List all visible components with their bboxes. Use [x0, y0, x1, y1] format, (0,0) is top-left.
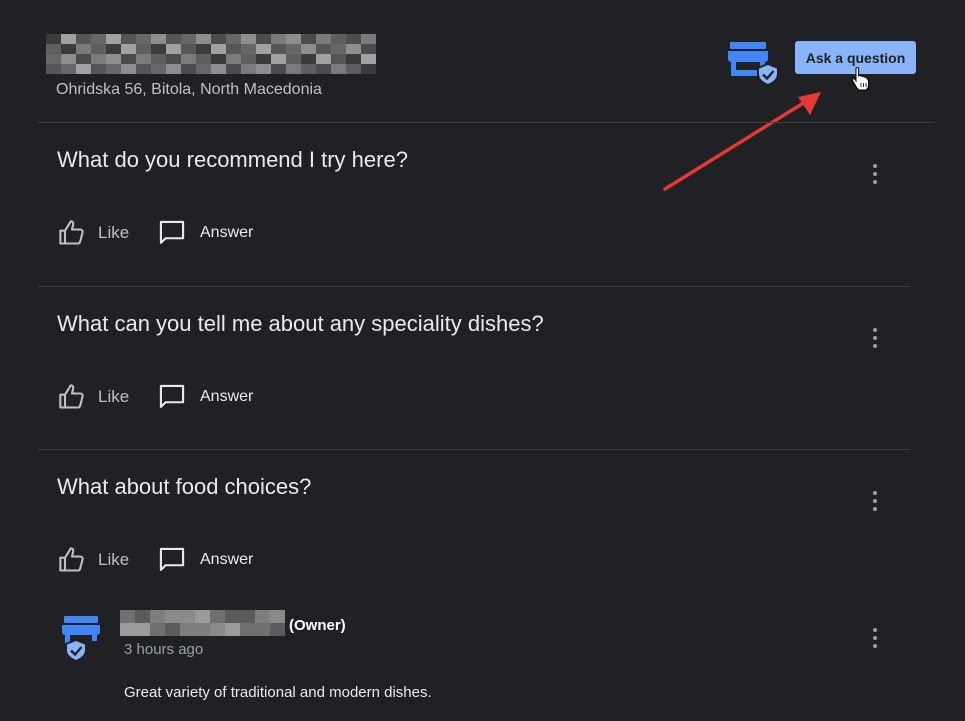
divider	[38, 449, 910, 450]
answer-button[interactable]: Answer	[158, 219, 253, 247]
chat-bubble-icon	[159, 220, 185, 244]
more-vertical-icon	[873, 164, 877, 168]
answer-label: Answer	[200, 224, 254, 241]
more-vertical-icon	[873, 628, 877, 632]
verified-store-icon	[728, 42, 779, 86]
like-button[interactable]: Like	[58, 546, 129, 574]
owner-name-pixelated	[120, 610, 285, 636]
answer-button[interactable]: Answer	[158, 383, 253, 411]
divider	[38, 286, 910, 287]
more-vertical-icon	[873, 328, 877, 332]
chat-bubble-icon	[159, 384, 185, 408]
question-text: What can you tell me about any specialit…	[57, 311, 544, 336]
more-options-button[interactable]	[864, 488, 886, 514]
more-options-button[interactable]	[864, 161, 886, 187]
answer-button[interactable]: Answer	[158, 546, 253, 574]
thumb-up-icon	[59, 220, 84, 245]
red-arrow-icon	[663, 92, 821, 191]
thumb-up-icon	[59, 547, 84, 572]
owner-tag: (Owner)	[289, 617, 346, 634]
answer-label: Answer	[200, 551, 254, 568]
thumb-up-icon	[59, 384, 84, 409]
more-options-button[interactable]	[864, 625, 886, 651]
owner-answer-text: Great variety of traditional and modern …	[124, 684, 432, 701]
answer-timestamp: 3 hours ago	[124, 641, 204, 658]
like-label: Like	[98, 387, 130, 406]
question-text: What do you recommend I try here?	[57, 147, 408, 172]
like-button[interactable]: Like	[58, 219, 129, 247]
verified-store-icon	[62, 616, 100, 663]
business-address: Ohridska 56, Bitola, North Macedonia	[56, 81, 322, 98]
hand-pointer-icon	[851, 67, 869, 91]
question-text: What about food choices?	[57, 474, 312, 499]
like-button[interactable]: Like	[58, 383, 129, 411]
like-label: Like	[98, 223, 130, 242]
like-label: Like	[98, 550, 130, 569]
answer-label: Answer	[200, 388, 254, 405]
more-vertical-icon	[873, 491, 877, 495]
chat-bubble-icon	[159, 547, 185, 571]
more-options-button[interactable]	[864, 325, 886, 351]
business-name-pixelated	[46, 34, 376, 74]
divider	[38, 122, 935, 123]
